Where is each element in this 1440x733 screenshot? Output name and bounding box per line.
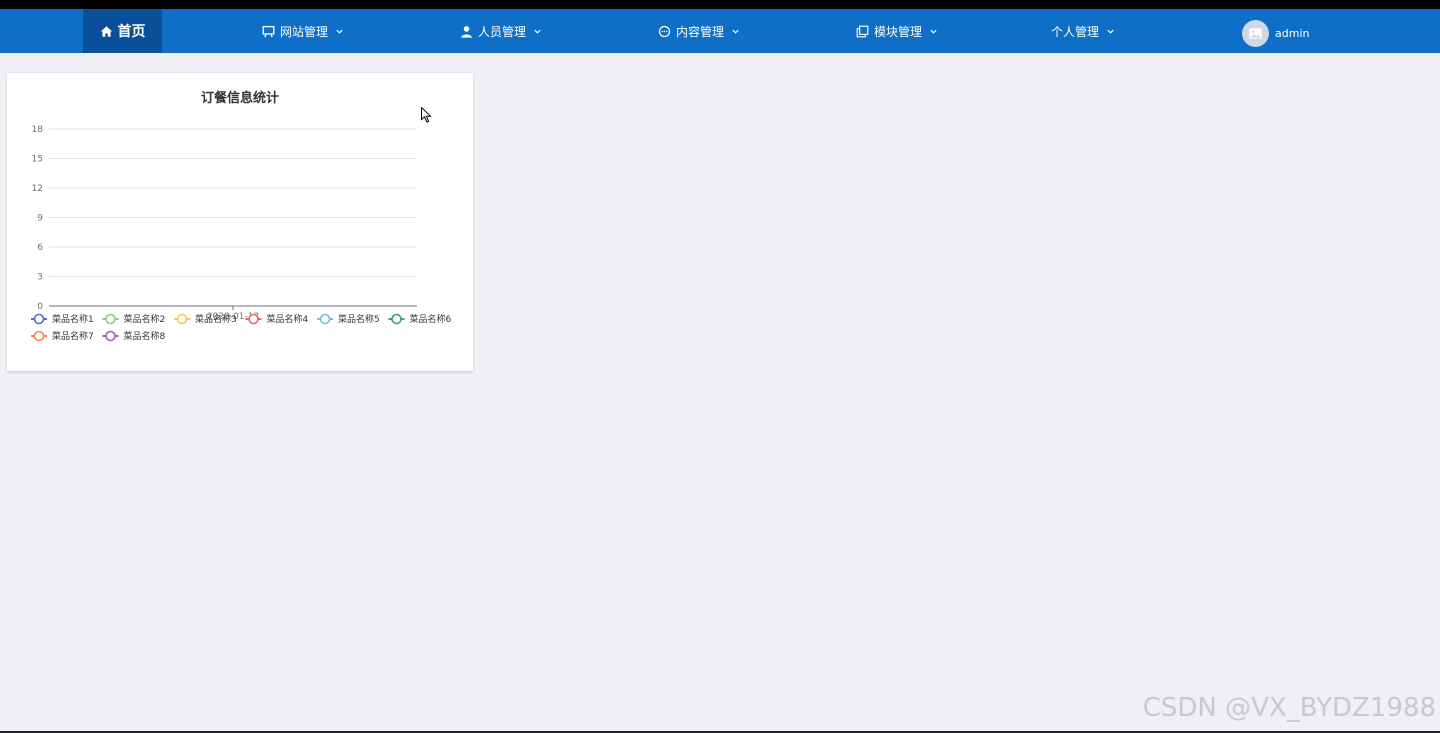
chevron-down-icon [1106, 27, 1115, 36]
y-tick-label: 6 [37, 243, 43, 253]
nav-site-management-label: 网站管理 [280, 24, 329, 39]
user-menu[interactable]: admin [1242, 18, 1309, 48]
nav-module-management-label: 模块管理 [874, 24, 923, 39]
nav-module-management[interactable]: 模块管理 [856, 9, 938, 53]
top-navigation: 首页 网站管理 人员管理 内容管理 模块管理 个人管理 admin [0, 9, 1440, 53]
y-tick-label: 9 [37, 214, 43, 224]
legend-marker [176, 313, 188, 325]
legend-marker [319, 313, 331, 325]
legend-label: 菜品名称3 [195, 313, 237, 325]
avatar[interactable] [1242, 19, 1269, 47]
nav-home-label: 首页 [117, 24, 146, 40]
y-tick-label: 12 [32, 184, 43, 194]
home-icon [100, 25, 113, 38]
y-tick-label: 3 [37, 273, 43, 283]
copy-icon [856, 25, 869, 38]
legend-label: 菜品名称4 [267, 313, 309, 325]
legend-marker [248, 313, 259, 325]
legend-marker [33, 330, 45, 342]
image-icon [1248, 26, 1263, 41]
legend-marker [105, 330, 116, 342]
order-stats-card: 订餐信息统计 0 3 6 9 12 15 18 2020-01-13 菜品名称1 菜品名称2 菜品名… [7, 73, 473, 371]
chevron-down-icon [929, 27, 938, 36]
watermark: CSDN @VX_BYDZ1988 [1142, 693, 1436, 723]
username: admin [1275, 26, 1310, 40]
nav-personal-management[interactable]: 个人管理 [1051, 9, 1115, 53]
chevron-down-icon [335, 27, 344, 36]
legend-marker [391, 313, 402, 325]
chevron-down-icon [533, 27, 542, 36]
nav-staff-management[interactable]: 人员管理 [460, 9, 542, 53]
legend-label: 菜品名称1 [52, 313, 94, 325]
legend-marker [105, 313, 116, 325]
nav-site-management[interactable]: 网站管理 [262, 9, 344, 53]
nav-home[interactable]: 首页 [83, 9, 162, 53]
nav-content-management[interactable]: 内容管理 [658, 9, 740, 53]
legend-label: 菜品名称7 [52, 330, 94, 342]
presentation-icon [262, 25, 275, 38]
nav-personal-management-label: 个人管理 [1051, 24, 1100, 39]
legend-marker [33, 313, 45, 325]
user-icon [460, 25, 473, 38]
mouse-cursor-icon [421, 107, 432, 123]
legend-label: 菜品名称5 [338, 313, 380, 325]
legend-label: 菜品名称8 [124, 330, 166, 342]
nav-staff-management-label: 人员管理 [478, 24, 527, 39]
y-tick-label: 0 [37, 302, 43, 312]
line-chart: 03691215182020-01-13菜品名称1 菜品名称2 菜品名称3 菜品名称4… [31, 125, 452, 342]
window-top-edge [0, 0, 1440, 9]
legend-label: 菜品名称6 [410, 313, 452, 325]
y-tick-label: 15 [32, 155, 43, 165]
chat-icon [658, 25, 671, 38]
legend-label: 菜品名称2 [124, 313, 166, 325]
nav-content-management-label: 内容管理 [676, 24, 725, 39]
y-tick-label: 18 [32, 125, 44, 135]
chevron-down-icon [731, 27, 740, 36]
